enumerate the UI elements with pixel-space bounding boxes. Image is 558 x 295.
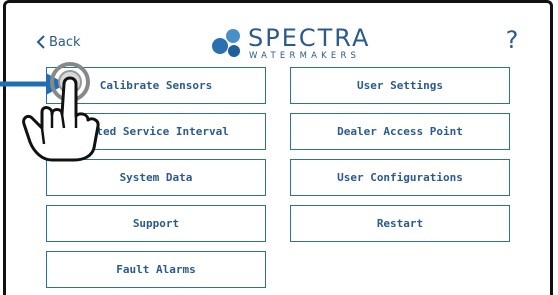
dealer-access-point-button[interactable]: Dealer Access Point [290,113,510,150]
button-label: Fault Alarms [116,263,196,276]
support-button[interactable]: Support [46,205,266,242]
chevron-left-icon [36,35,45,49]
button-label: User Settings [356,79,444,92]
user-settings-button[interactable]: User Settings [290,67,510,104]
tapping-hand-icon [22,62,100,162]
button-label: mated Service Interval [83,125,229,138]
help-button[interactable]: ? [500,25,524,55]
back-label: Back [49,34,81,50]
back-button[interactable]: Back [36,31,81,53]
button-label: Support [132,217,180,230]
button-label: Calibrate Sensors [99,79,213,92]
button-label: System Data [119,171,193,184]
logo-subtitle: WATERMAKERS [249,50,361,61]
spectra-logo: SPECTRA WATERMAKERS [210,23,370,63]
logo-name: SPECTRA [248,23,371,52]
restart-button[interactable]: Restart [290,205,510,242]
water-droplets-icon [212,29,240,57]
system-data-button[interactable]: System Data [46,159,266,196]
user-configurations-button[interactable]: User Configurations [290,159,510,196]
button-label: Restart [376,217,424,230]
button-label: User Configurations [337,171,463,184]
fault-alarms-button[interactable]: Fault Alarms [46,251,266,288]
button-label: Dealer Access Point [337,125,463,138]
